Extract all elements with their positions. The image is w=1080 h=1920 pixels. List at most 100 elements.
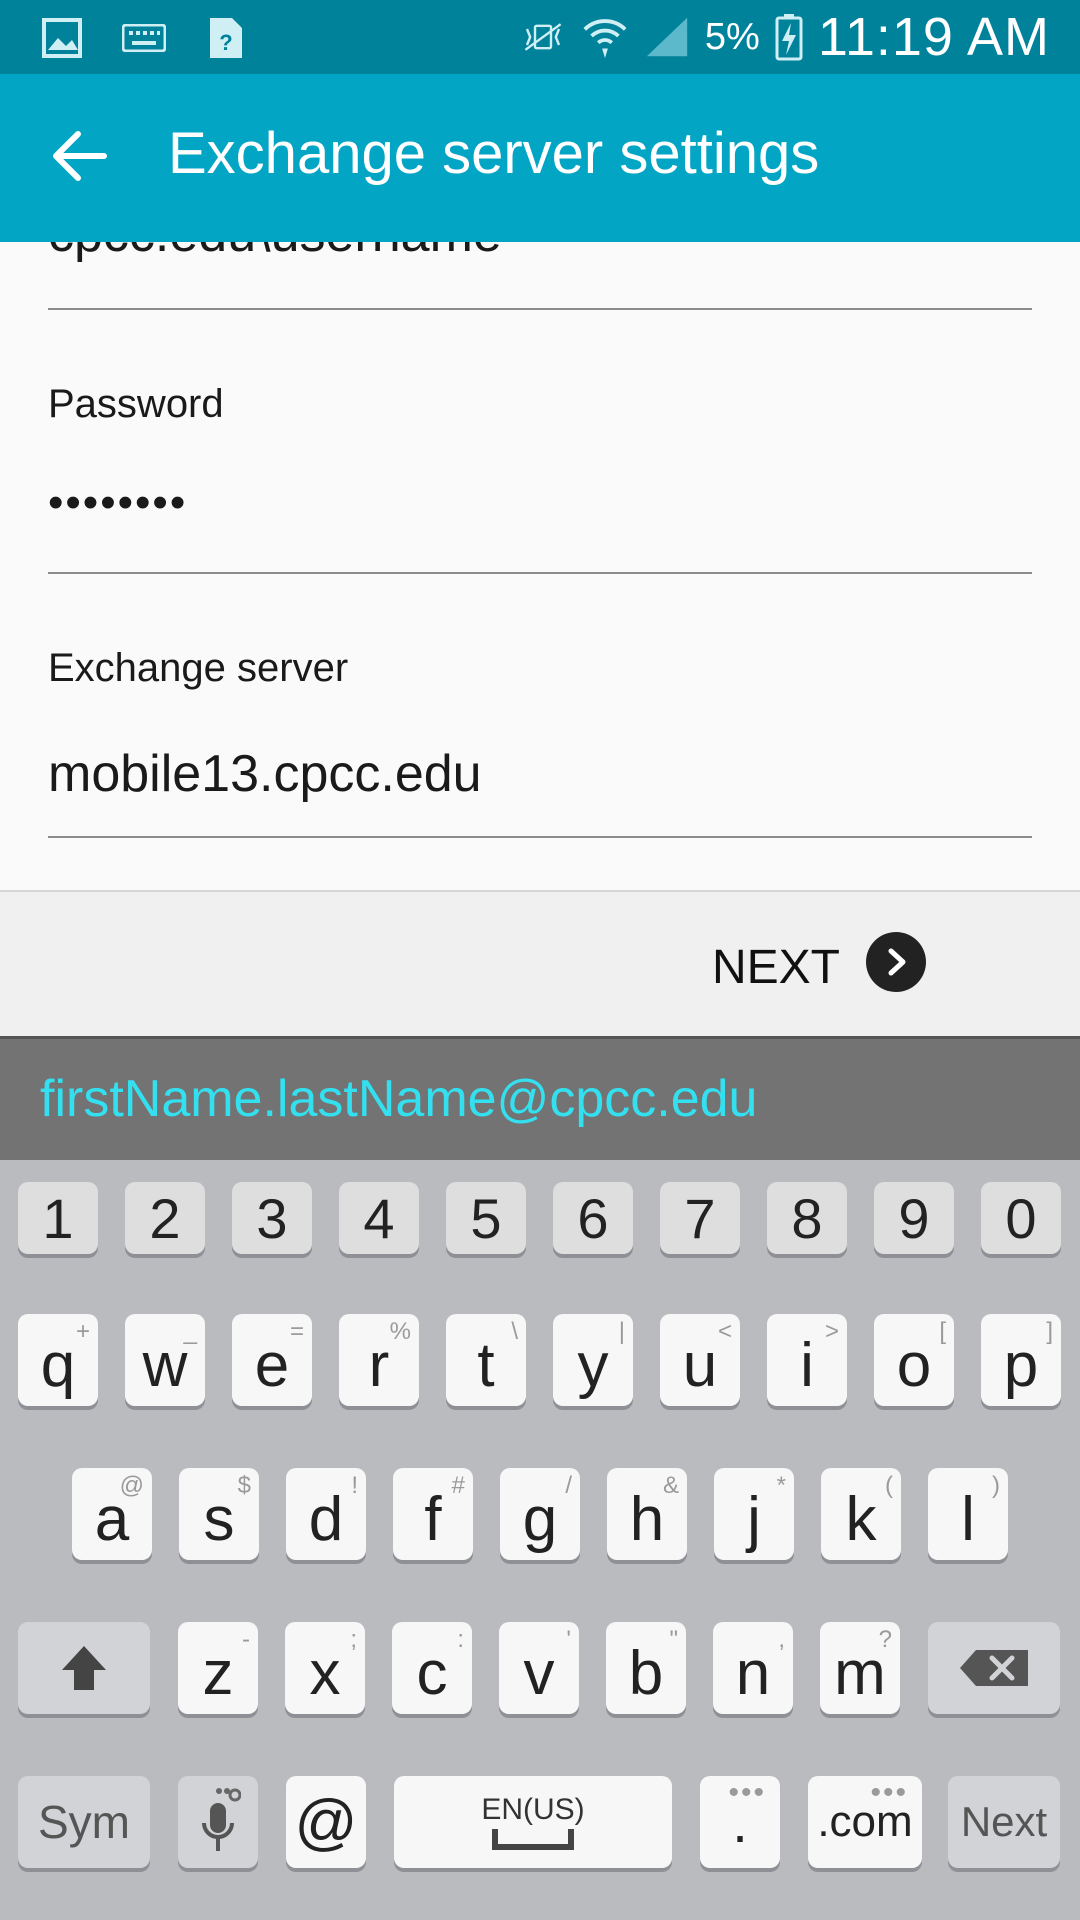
ellipsis-hint-icon: •••	[870, 1776, 908, 1809]
svg-text:?: ?	[219, 30, 232, 55]
key-label: l	[961, 1484, 975, 1554]
key-w[interactable]: _ w	[125, 1314, 205, 1406]
key-3[interactable]: 3	[232, 1182, 312, 1254]
dotcom-key[interactable]: ••• .com	[808, 1776, 922, 1868]
username-underline	[48, 308, 1032, 310]
key-8[interactable]: 8	[767, 1182, 847, 1254]
period-key[interactable]: ••• .	[700, 1776, 780, 1868]
next-button[interactable]: NEXT	[712, 940, 840, 995]
key-l[interactable]: ) l	[928, 1468, 1008, 1560]
key-e[interactable]: = e	[232, 1314, 312, 1406]
key-c[interactable]: :c	[392, 1622, 472, 1714]
ellipsis-hint-icon: •••	[728, 1776, 766, 1809]
app-bar: Exchange server settings	[0, 74, 1080, 242]
key-label: f	[424, 1484, 442, 1554]
key-m[interactable]: ? m	[820, 1622, 900, 1714]
battery-charging-icon	[774, 13, 804, 61]
exchange-server-field[interactable]: mobile13.cpcc.edu	[48, 744, 482, 804]
key-hint: -	[242, 1626, 250, 1653]
key-label: x	[309, 1638, 341, 1708]
key-hint: %	[389, 1318, 411, 1345]
sym-key[interactable]: Sym	[18, 1776, 150, 1868]
language-label: EN(US)	[481, 1793, 585, 1826]
key-hint: !	[351, 1472, 358, 1499]
key-label: v	[523, 1638, 555, 1708]
key-label: s	[203, 1484, 235, 1554]
key-hint: =	[289, 1318, 304, 1345]
key-n[interactable]: ,n	[713, 1622, 793, 1714]
key-hint: <	[717, 1318, 732, 1345]
key-hint: +	[75, 1318, 90, 1345]
email-suggestion[interactable]: firstName.lastName@cpcc.edu	[40, 1069, 757, 1129]
key-t[interactable]: \ t	[446, 1314, 526, 1406]
key-hint: #	[451, 1472, 465, 1499]
key-v[interactable]: ' v	[499, 1622, 579, 1714]
key-s[interactable]: $ s	[179, 1468, 259, 1560]
key-d[interactable]: ! d	[286, 1468, 366, 1560]
key-f[interactable]: # f	[393, 1468, 473, 1560]
key-hint: ]	[1046, 1318, 1053, 1345]
at-key[interactable]: @	[286, 1776, 366, 1868]
key-hint: [	[939, 1318, 946, 1345]
shift-key[interactable]	[18, 1622, 150, 1714]
key-2[interactable]: 2	[125, 1182, 205, 1254]
shift-arrow-icon	[62, 1646, 106, 1690]
keyboard: Sym @ EN(US) ••• . ••• .com Next 1234567…	[0, 1160, 1080, 1920]
key-r[interactable]: % r	[339, 1314, 419, 1406]
key-hint: ;	[350, 1626, 357, 1653]
key-label: i	[800, 1330, 814, 1400]
key-label: b	[628, 1638, 664, 1708]
username-field[interactable]: cpcc.edu\username	[48, 242, 502, 264]
key-1[interactable]: 1	[18, 1182, 98, 1254]
battery-percent: 5%	[704, 15, 760, 58]
settings-form: cpcc.edu\username Password •••••••• Exch…	[0, 242, 1080, 890]
key-label: t	[477, 1330, 495, 1400]
key-p[interactable]: ] p	[981, 1314, 1061, 1406]
key-0[interactable]: 0	[981, 1182, 1061, 1254]
key-9[interactable]: 9	[874, 1182, 954, 1254]
password-field[interactable]: ••••••••	[48, 478, 187, 528]
key-label: d	[308, 1484, 344, 1554]
key-label: k	[845, 1484, 877, 1554]
voice-input-key[interactable]	[178, 1776, 258, 1868]
key-label: h	[629, 1484, 665, 1554]
gallery-icon	[38, 14, 86, 62]
key-y[interactable]: | y	[553, 1314, 633, 1406]
spacebar-icon	[492, 1829, 574, 1850]
key-o[interactable]: [o	[874, 1314, 954, 1406]
key-k[interactable]: (k	[821, 1468, 901, 1560]
key-hint: &	[662, 1472, 679, 1499]
key-q[interactable]: + q	[18, 1314, 98, 1406]
key-z[interactable]: -z	[178, 1622, 258, 1714]
exchange-server-label: Exchange server	[48, 646, 349, 690]
back-arrow-icon[interactable]	[52, 130, 116, 186]
key-7[interactable]: 7	[660, 1182, 740, 1254]
key-g[interactable]: / g	[500, 1468, 580, 1560]
key-hint: |	[618, 1318, 625, 1345]
key-4[interactable]: 4	[339, 1182, 419, 1254]
key-hint: @	[119, 1472, 144, 1499]
key-u[interactable]: < u	[660, 1314, 740, 1406]
signal-icon	[643, 13, 691, 61]
key-b[interactable]: " b	[606, 1622, 686, 1714]
key-a[interactable]: @ a	[72, 1468, 152, 1560]
key-6[interactable]: 6	[553, 1182, 633, 1254]
wifi-icon	[581, 13, 629, 61]
key-h[interactable]: & h	[607, 1468, 687, 1560]
key-5[interactable]: 5	[446, 1182, 526, 1254]
key-hint: :	[457, 1626, 464, 1653]
key-x[interactable]: ; x	[285, 1622, 365, 1714]
key-hint: )	[992, 1472, 1000, 1499]
next-key[interactable]: Next	[948, 1776, 1060, 1868]
chevron-right-icon[interactable]	[866, 932, 926, 992]
backspace-key[interactable]	[928, 1622, 1060, 1714]
vibrate-icon	[519, 13, 567, 61]
key-label: w	[142, 1330, 188, 1400]
next-bar: NEXT	[0, 890, 1080, 1036]
space-key[interactable]: EN(US)	[394, 1776, 672, 1868]
exchange-server-underline	[48, 836, 1032, 838]
suggestion-bar: firstName.lastName@cpcc.edu	[0, 1036, 1080, 1160]
key-i[interactable]: > i	[767, 1314, 847, 1406]
key-label: j	[747, 1484, 761, 1554]
key-j[interactable]: * j	[714, 1468, 794, 1560]
